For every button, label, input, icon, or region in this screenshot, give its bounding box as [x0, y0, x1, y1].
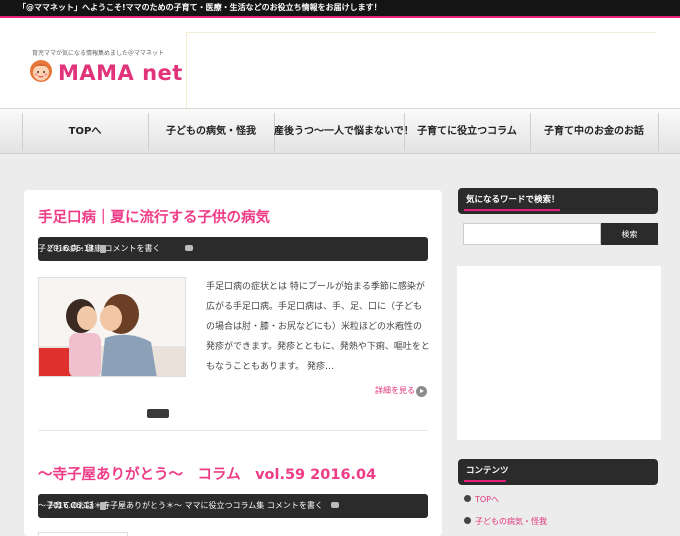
- site-header: 育児ママが気になる情報集めました＠ママネット MAMA net: [0, 18, 680, 108]
- post-thumbnail[interactable]: [38, 532, 128, 536]
- header-ad-area: [186, 32, 656, 108]
- post-thumbnail[interactable]: [38, 277, 186, 377]
- post-meta-bar: 2016.06.13 〜子育てのお話＊寺子屋ありがとう＊〜 ママに役立つコラム集…: [38, 494, 428, 518]
- welcome-bar: 「@ママネット」へようこそ!ママのための子育て・医療・生活などのお役立ち情報をお…: [0, 0, 680, 18]
- comment-link[interactable]: コメントを書く: [267, 501, 323, 510]
- post-title[interactable]: 手足口病｜夏に流行する子供の病気: [38, 206, 270, 227]
- search-button[interactable]: 検索: [601, 223, 658, 245]
- site-tagline: 育児ママが気になる情報集めました＠ママネット: [32, 50, 165, 57]
- contents-widget-heading: コンテンツ: [458, 459, 658, 485]
- read-more-link[interactable]: 詳細を見る: [375, 385, 415, 396]
- scroll-handle-icon: [147, 409, 169, 418]
- post-date: 2016.06.13: [48, 244, 94, 253]
- post-excerpt: 手足口病の症状とは 特にプールが始まる季節に感染が広がる手足口病。手足口病は、手…: [206, 282, 430, 372]
- heading-underline: [464, 209, 560, 211]
- comment-link[interactable]: コメントを書く: [105, 244, 161, 253]
- sidebar-ad-box: [457, 266, 661, 440]
- comment-icon: [331, 502, 339, 508]
- welcome-text: 「@ママネット」へようこそ!ママのための子育て・医療・生活などのお役立ち情報をお…: [18, 3, 382, 12]
- nav-item-column[interactable]: 子育てに役立つコラム: [404, 113, 530, 151]
- arrow-right-icon[interactable]: [416, 386, 427, 397]
- post-divider: [38, 430, 428, 431]
- main-nav: TOPへ 子どもの病気・怪我 産後うつ〜一人で悩まないで！ 子育てに役立つコラム…: [0, 108, 680, 154]
- nav-item-postpartum[interactable]: 産後うつ〜一人で悩まないで！: [274, 113, 414, 151]
- mascot-logo-icon: [30, 60, 52, 82]
- post-meta-bar: 2016.06.13 子どもの病・健康 コメントを書く: [38, 237, 428, 261]
- post-date: 2016.06.13: [48, 501, 94, 510]
- sidebar-item-label: TOPへ: [475, 495, 500, 504]
- sidebar-item-label: 子どもの病気・怪我: [475, 517, 547, 526]
- nav-separator: [658, 113, 659, 151]
- sidebar-item-child-illness[interactable]: 子どもの病気・怪我: [464, 516, 547, 527]
- heading-underline: [464, 480, 506, 482]
- category-icon: [100, 502, 106, 510]
- sidebar-item-top[interactable]: TOPへ: [464, 494, 499, 505]
- site-logo[interactable]: MAMA net: [58, 61, 183, 85]
- search-widget-heading: 気になるワードで検索！: [458, 188, 658, 214]
- comment-icon: [185, 245, 193, 251]
- nav-item-child-illness[interactable]: 子どもの病気・怪我: [148, 113, 274, 151]
- bullet-icon: [464, 517, 471, 524]
- search-heading-text: 気になるワードで検索！: [466, 195, 560, 205]
- contents-heading-text: コンテンツ: [466, 466, 509, 476]
- nav-item-top[interactable]: TOPへ: [22, 113, 148, 151]
- nav-item-money[interactable]: 子育て中のお金のお話: [530, 113, 658, 151]
- mother-daughter-photo: [39, 278, 185, 376]
- bullet-icon: [464, 495, 471, 502]
- search-input[interactable]: [463, 223, 601, 245]
- post-title[interactable]: 〜寺子屋ありがとう〜 コラム vol.59 2016.04: [38, 463, 376, 484]
- category-icon: [100, 245, 106, 253]
